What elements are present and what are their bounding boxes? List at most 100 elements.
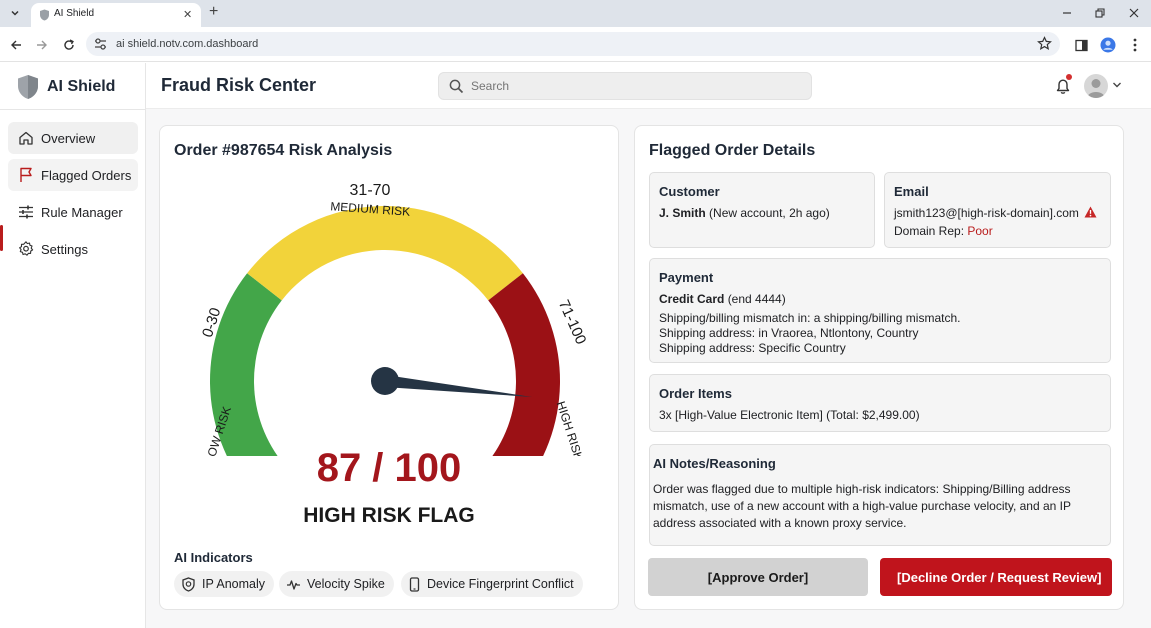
risk-analysis-card: Order #987654 Risk Analysis 31-70 MEDIUM… — [159, 125, 619, 610]
restore-button[interactable] — [1090, 3, 1110, 23]
browser-menu-button[interactable] — [1126, 36, 1144, 54]
gauge-medium-range: 31-70 — [350, 182, 391, 199]
user-avatar-icon — [1087, 79, 1105, 98]
divider — [0, 109, 146, 110]
brand-name: AI Shield — [47, 78, 116, 95]
chip-label: Device Fingerprint Conflict — [427, 577, 574, 591]
indicator-chip-velocity-spike[interactable]: Velocity Spike — [279, 571, 394, 597]
phone-icon — [408, 576, 421, 592]
payment-method-note: (end 4444) — [727, 292, 786, 306]
flag-icon — [18, 167, 34, 183]
search-input[interactable] — [471, 77, 801, 95]
close-window-button[interactable] — [1124, 3, 1144, 23]
domain-rep-value: Poor — [967, 224, 993, 238]
more-vertical-icon — [1133, 38, 1137, 52]
activity-icon — [286, 577, 301, 592]
sidebar-item-overview[interactable]: Overview — [8, 122, 138, 154]
page-title: Fraud Risk Center — [161, 75, 317, 95]
arrow-right-icon — [37, 40, 47, 50]
customer-name: J. Smith — [659, 206, 706, 220]
customer-line: J. Smith (New account, 2h ago) — [659, 206, 830, 221]
sidebar-item-flagged-orders[interactable]: Flagged Orders — [8, 159, 138, 191]
approve-order-button[interactable]: [Approve Order] — [648, 558, 868, 596]
search-box[interactable] — [438, 72, 812, 100]
indicator-chip-ip-anomaly[interactable]: IP Anomaly — [174, 571, 275, 597]
browser-tab[interactable]: AI Shield ✕ — [31, 3, 201, 27]
domain-rep-label: Domain Rep: — [894, 224, 965, 238]
domain-rep-line: Domain Rep: Poor — [894, 224, 993, 239]
sidebar-item-label: Overview — [41, 130, 96, 146]
new-tab-icon[interactable]: + — [209, 3, 218, 21]
gauge-high-range: 71-100 — [555, 297, 590, 347]
back-button[interactable] — [7, 36, 25, 54]
customer-note: (New account, 2h ago) — [709, 206, 830, 220]
customer-box: Customer J. Smith (New account, 2h ago) — [649, 172, 875, 248]
site-settings-icon[interactable] — [94, 38, 107, 50]
arrow-left-icon — [11, 40, 21, 50]
email-box: Email jsmith123@[high-risk-domain].com D… — [884, 172, 1111, 248]
profile-icon — [1100, 37, 1116, 53]
side-panel-icon — [1074, 39, 1088, 51]
reload-button[interactable] — [60, 36, 78, 54]
sidebar-item-label: Flagged Orders — [41, 167, 132, 183]
avatar[interactable] — [1084, 74, 1108, 98]
shield-logo-icon — [18, 75, 38, 99]
main-content: Order #987654 Risk Analysis 31-70 MEDIUM… — [146, 109, 1151, 628]
gauge-needle — [384, 375, 533, 397]
minimize-icon — [1063, 12, 1071, 14]
email-address: jsmith123@[high-risk-domain].com — [894, 206, 1079, 220]
ai-notes-body: Order was flagged due to multiple high-r… — [653, 482, 1071, 530]
flagged-order-details-card: Flagged Order Details Customer J. Smith … — [634, 125, 1124, 610]
ai-indicators-label: AI Indicators — [174, 550, 253, 565]
url-text: ai shield.notv.com.dashboard — [116, 38, 259, 50]
address-bar[interactable]: ai shield.notv.com.dashboard — [86, 32, 1060, 56]
profile-button[interactable] — [1099, 36, 1117, 54]
risk-flag-label: HIGH RISK FLAG — [303, 504, 475, 527]
order-items-box: Order Items 3x [High-Value Electronic It… — [649, 374, 1111, 432]
home-icon — [18, 130, 34, 146]
search-icon — [449, 79, 464, 94]
ai-notes-box: AI Notes/Reasoning Order was flagged due… — [649, 444, 1111, 546]
decline-order-button[interactable]: [Decline Order / Request Review] — [880, 558, 1112, 596]
side-panel-button[interactable] — [1072, 36, 1090, 54]
restore-icon — [1095, 8, 1105, 18]
payment-line-2: Shipping address: in Vraorea, Ntlontony,… — [659, 326, 919, 340]
ai-notes-heading: AI Notes/Reasoning — [653, 456, 776, 471]
gauge-high-segment — [488, 273, 560, 456]
payment-heading: Payment — [659, 270, 714, 285]
browser-tab-strip: AI Shield ✕ + — [0, 0, 1151, 27]
notification-dot — [1066, 74, 1072, 80]
close-icon — [1129, 8, 1139, 18]
order-items-line: 3x [High-Value Electronic Item] (Total: … — [659, 408, 920, 422]
chip-label: Velocity Spike — [307, 577, 385, 591]
sidebar-item-rule-manager[interactable]: Rule Manager — [8, 196, 138, 228]
gauge-hub — [371, 367, 399, 395]
forward-button[interactable] — [33, 36, 51, 54]
brand[interactable]: AI Shield — [16, 73, 115, 101]
order-items-heading: Order Items — [659, 386, 732, 401]
chevron-down-icon — [11, 10, 19, 16]
minimize-button[interactable] — [1057, 3, 1077, 23]
sidebar: AI Shield Overview Flagged Orders Rule M… — [0, 63, 146, 628]
payment-line-3: Shipping address: Specific Country — [659, 341, 846, 355]
reload-icon — [64, 39, 74, 50]
sidebar-item-settings[interactable]: Settings — [8, 233, 138, 265]
shield-favicon-icon — [40, 9, 49, 21]
sidebar-item-label: Settings — [41, 241, 88, 257]
chip-label: IP Anomaly — [202, 577, 266, 591]
indicator-chip-device-fingerprint[interactable]: Device Fingerprint Conflict — [401, 571, 583, 597]
details-card-title: Flagged Order Details — [649, 142, 816, 159]
tab-close-icon[interactable]: ✕ — [183, 8, 192, 21]
browser-toolbar: ai shield.notv.com.dashboard — [0, 27, 1151, 62]
app-header: Fraud Risk Center — [146, 63, 1151, 109]
risk-score: 87 / 100 — [316, 446, 462, 490]
payment-method-line: Credit Card (end 4444) — [659, 292, 786, 307]
chevron-down-icon[interactable] — [1112, 81, 1122, 89]
tab-search-button[interactable] — [6, 4, 24, 22]
gauge-medium-segment — [247, 206, 523, 301]
shield-icon — [181, 576, 196, 592]
active-marker — [0, 225, 3, 251]
payment-method: Credit Card — [659, 292, 725, 306]
bookmark-star-icon[interactable] — [1037, 36, 1052, 51]
risk-gauge: 31-70 MEDIUM RISK 0-30 LOW RISK 71-100 H… — [199, 182, 590, 456]
